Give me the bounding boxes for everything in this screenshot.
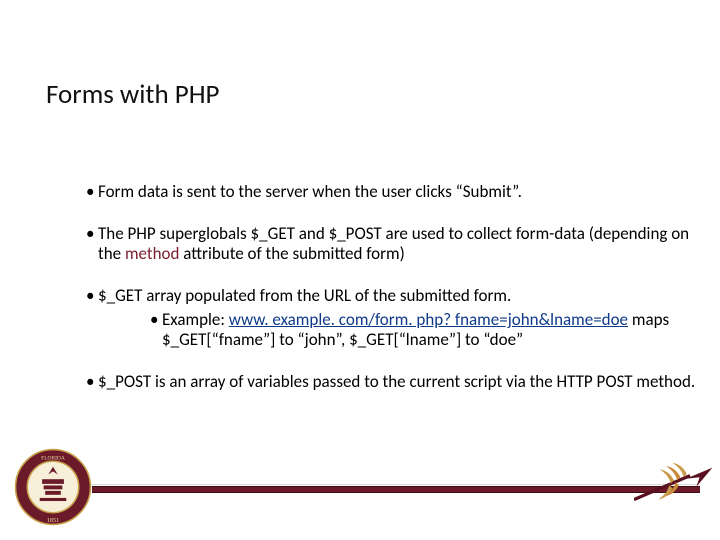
spear-icon (634, 456, 714, 516)
spear-svg (634, 456, 714, 516)
bullet-2-method-word: method (125, 243, 179, 264)
bullet-1-text: Form data is sent to the server when the… (98, 181, 522, 202)
slide: Forms with PHP Form data is sent to the … (0, 0, 720, 540)
bullet-1: Form data is sent to the server when the… (86, 182, 716, 202)
bullet-3-sub-label: Example: (162, 309, 229, 330)
bullet-3-sub: Example: www. example. com/form. php? fn… (98, 310, 716, 350)
bullet-3: $_GET array populated from the URL of th… (86, 286, 716, 350)
example-url-link[interactable]: www. example. com/form. php? fname=john&… (229, 309, 628, 330)
bullet-3-sub-item: Example: www. example. com/form. php? fn… (138, 310, 716, 350)
fsu-seal-icon: FLORIDA 1851 (14, 448, 92, 526)
bullet-2: The PHP superglobals $_GET and $_POST ar… (86, 224, 716, 264)
bullet-2-post: attribute of the submitted form) (179, 243, 404, 264)
svg-text:1851: 1851 (47, 517, 59, 524)
bullet-4-text: $_POST is an array of variables passed t… (98, 371, 695, 392)
slide-title: Forms with PHP (46, 78, 219, 111)
footer-rule (92, 486, 700, 493)
slide-footer: FLORIDA 1851 (0, 446, 720, 526)
svg-text:FLORIDA: FLORIDA (41, 456, 65, 462)
seal-svg: FLORIDA 1851 (14, 448, 92, 526)
slide-body: Form data is sent to the server when the… (46, 182, 716, 414)
bullet-4: $_POST is an array of variables passed t… (86, 372, 716, 392)
bullet-3-text: $_GET array populated from the URL of th… (98, 285, 511, 306)
